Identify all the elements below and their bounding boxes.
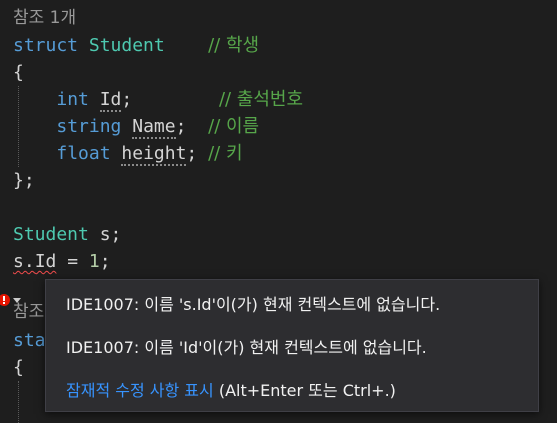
keyword: string xyxy=(56,116,122,137)
type-name: Student xyxy=(13,224,89,245)
error-message-1: IDE1007: 이름 's.Id'이(가) 현재 컨텍스트에 없습니다. xyxy=(66,295,441,314)
code-line-id: int Id; // 출석번호 xyxy=(13,86,303,113)
show-potential-fixes-link[interactable]: 잠재적 수정 사항 표시 xyxy=(66,381,214,400)
keyword: int xyxy=(56,89,89,110)
assign-operator: = xyxy=(56,251,89,272)
code-line-struct: struct Student // 학생 xyxy=(13,32,259,59)
code-line-declare: Student s; xyxy=(13,221,121,248)
code-line-assign: s.Id = 1; xyxy=(13,248,111,275)
field-name: Id xyxy=(99,89,122,112)
comment: // 키 xyxy=(208,143,243,164)
error-squiggle-member[interactable]: Id xyxy=(35,251,57,272)
codelens-references[interactable]: 참조 1개 xyxy=(13,5,76,32)
quick-info-tooltip: IDE1007: 이름 's.Id'이(가) 현재 컨텍스트에 없습니다. ID… xyxy=(45,279,539,412)
field-name: Name xyxy=(132,116,176,139)
semicolon: ; xyxy=(99,251,111,272)
shortcut-hint: (Alt+Enter 또는 Ctrl+.) xyxy=(213,381,396,400)
comment: // 출석번호 xyxy=(218,89,304,110)
error-squiggle-object[interactable]: s. xyxy=(13,251,35,272)
code-editor[interactable]: 참조 1개 struct Student // 학생 { int Id; // … xyxy=(0,0,557,423)
keyword: float xyxy=(56,143,111,164)
code-line-open-brace: { xyxy=(13,62,24,83)
semicolon: ; xyxy=(121,89,133,110)
partial-code-line: sta xyxy=(13,330,46,351)
potential-fixes-row: 잠재적 수정 사항 표시 (Alt+Enter 또는 Ctrl+.) xyxy=(66,379,396,403)
error-message-2: IDE1007: 이름 'Id'이(가) 현재 컨텍스트에 없습니다. xyxy=(66,338,427,357)
semicolon: ; xyxy=(186,143,198,164)
comment: // 학생 xyxy=(208,35,260,56)
number-literal: 1 xyxy=(88,251,100,272)
type-name: Student xyxy=(88,35,165,56)
code-line-close-brace: }; xyxy=(13,170,35,191)
comment: // 이름 xyxy=(208,116,260,137)
error-lightbulb-icon[interactable] xyxy=(0,289,24,311)
variable-declaration: s; xyxy=(88,224,122,245)
code-line-name: string Name; // 이름 xyxy=(13,113,259,140)
partial-code-brace: { xyxy=(13,357,24,378)
keyword: struct xyxy=(13,35,79,56)
field-name: height xyxy=(121,143,187,166)
semicolon: ; xyxy=(175,116,187,137)
indent-guide xyxy=(18,381,19,423)
code-line-height: float height; // 키 xyxy=(13,140,243,167)
